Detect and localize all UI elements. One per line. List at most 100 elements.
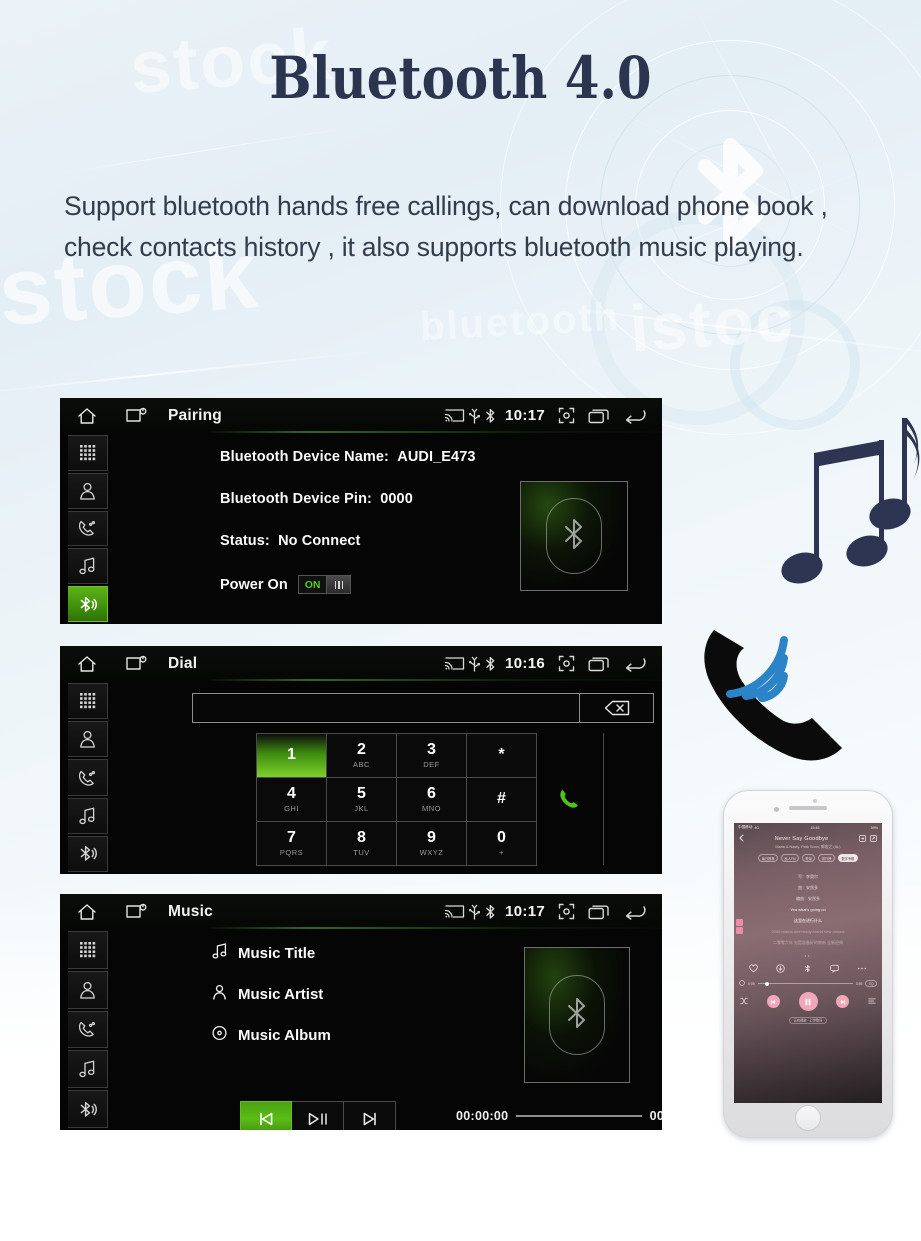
keypad-key-7[interactable]: 7 PQRS [257,822,327,866]
sidebar-item-music[interactable] [68,1050,108,1089]
phone-credit-line: 写：李奥尔 [798,874,818,879]
phone-comment-icon[interactable] [830,964,839,974]
keypad-key-3[interactable]: 3 DEF [397,734,467,778]
usb-icon[interactable] [466,408,483,424]
back-icon[interactable] [620,904,650,920]
phone-download-icon[interactable] [776,964,785,974]
sidebar-item-apps[interactable] [68,683,108,720]
home-icon[interactable] [74,902,100,922]
card-icon[interactable] [120,902,154,922]
play-pause-button[interactable] [292,1101,344,1130]
phone-bottom-label[interactable]: 正在播放 · 上传歌词 [788,1016,828,1024]
phone-play-pause-button[interactable] [798,992,818,1011]
power-toggle[interactable]: ON [297,575,352,594]
cast-icon[interactable] [442,656,466,671]
phone-chip[interactable]: 数字专辑 [837,854,858,862]
keypad-key-2[interactable]: 2 ABC [327,734,397,778]
keypad-key-8[interactable]: 8 TUV [327,822,397,866]
statusbar-icons: 10:16 [442,655,650,672]
key-number: * [498,745,505,763]
sidebar-item-contacts[interactable] [68,472,108,509]
back-icon[interactable] [620,408,650,424]
page-title: Bluetooth 4.0 [269,44,652,112]
keypad-key-6[interactable]: 6 MNO [397,778,467,822]
keypad-key-5[interactable]: 5 JKL [327,778,397,822]
keypad-key-star[interactable]: * [467,734,537,778]
phone-home-button[interactable] [795,1105,821,1131]
sidebar-item-apps[interactable] [68,931,108,969]
keypad-key-hash[interactable]: # [467,778,537,822]
recent-apps-icon[interactable] [584,656,614,672]
key-number: 5 [357,785,366,802]
keypad-key-0[interactable]: 0 + [467,822,537,866]
key-letters: GHI [284,804,299,813]
phone-bluetooth-icon[interactable] [803,964,812,974]
phone-playlist-icon[interactable] [868,997,876,1006]
phone-chip[interactable]: 排行榜 [818,854,835,862]
phone-shuffle-icon[interactable] [740,997,748,1006]
progress-bar[interactable] [516,1115,642,1117]
phone-more-dots-icon[interactable] [857,964,867,974]
backspace-icon[interactable] [580,693,654,723]
cast-icon[interactable] [442,904,466,919]
device-name-row: Bluetooth Device Name: AUDI_E473 [220,449,476,465]
previous-track-button[interactable] [240,1101,292,1130]
card-icon[interactable] [120,406,154,426]
back-icon[interactable] [620,656,650,672]
sidebar-item-music[interactable] [68,548,108,585]
card-icon[interactable] [120,654,154,674]
power-toggle-state: ON [298,576,327,593]
usb-icon[interactable] [466,656,483,672]
sidebar-item-call-history[interactable] [68,510,108,547]
phone-seek-bar[interactable] [757,981,853,986]
recent-apps-icon[interactable] [584,408,614,424]
elapsed-time: 00:00:00 [456,1109,509,1123]
bluetooth-icon[interactable] [483,904,498,920]
keypad-key-1[interactable]: 1 [257,734,327,778]
bluetooth-icon[interactable] [483,408,498,424]
keypad-key-9[interactable]: 9 WXYZ [397,822,467,866]
screenshot-icon[interactable] [554,903,578,920]
phone-more-icon[interactable] [870,834,877,843]
dial-number-input[interactable] [192,693,580,723]
music-progress-row: 00:00:00 00:03:30 [456,1109,662,1123]
sidebar-item-bluetooth[interactable] [68,835,108,873]
music-artist-row: Music Artist [212,984,331,1005]
statusbar-time: 10:16 [505,655,545,672]
screen-title: Music [168,902,213,920]
home-icon[interactable] [74,654,100,674]
phone-chip[interactable]: 每日推荐 [758,854,779,862]
decorative-streak [41,124,369,177]
home-icon[interactable] [74,406,100,426]
music-transport-controls [240,1101,396,1130]
sidebar-item-call-history[interactable] [68,759,108,796]
key-number: 8 [357,829,366,846]
next-track-button[interactable] [344,1101,396,1130]
keypad-key-4[interactable]: 4 GHI [257,778,327,822]
phone-previous-button[interactable] [766,995,780,1008]
phone-share-icon[interactable] [859,834,866,843]
phone-like-icon[interactable] [749,964,758,974]
phone-back-icon[interactable] [739,834,744,843]
screenshot-icon[interactable] [554,655,578,672]
sidebar-item-bluetooth[interactable] [68,586,108,622]
sidebar-item-music[interactable] [68,797,108,834]
phone-network: 4G [754,825,760,830]
phone-chip[interactable]: 歌单 [802,854,816,862]
screenshot-icon[interactable] [554,407,578,424]
sidebar-item-contacts[interactable] [68,721,108,758]
key-letters: MNO [422,804,441,813]
recent-apps-icon[interactable] [584,904,614,920]
phone-quality-badge[interactable]: SQ [865,980,877,987]
phone-quality-left-icon[interactable] [739,980,745,987]
usb-icon[interactable] [466,904,483,920]
sidebar-item-apps[interactable] [68,435,108,471]
sidebar-item-contacts[interactable] [68,970,108,1009]
sidebar-item-bluetooth[interactable] [68,1090,108,1128]
cast-icon[interactable] [442,408,466,423]
sidebar-item-call-history[interactable] [68,1010,108,1049]
bluetooth-icon[interactable] [483,656,498,672]
phone-chip[interactable]: 私人FM [781,854,800,862]
phone-next-button[interactable] [836,995,850,1008]
call-button[interactable] [536,777,602,821]
